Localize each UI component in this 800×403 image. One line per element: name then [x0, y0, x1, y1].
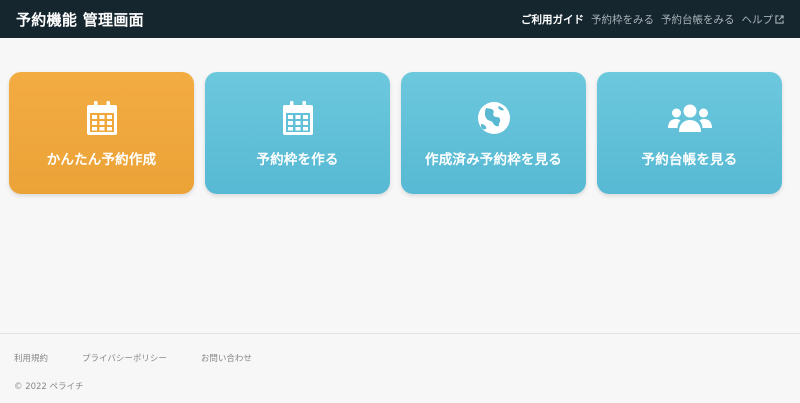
app-title: 予約機能 管理画面	[16, 10, 144, 29]
card-view-ledger[interactable]: 予約台帳を見る	[597, 72, 782, 194]
card-create-slot-label: 予約枠を作る	[256, 152, 339, 168]
nav-link-help-label: ヘルプ	[741, 13, 774, 26]
footer-links: 利用規約 プライバシーポリシー お問い合わせ	[14, 352, 252, 364]
card-view-ledger-label: 予約台帳を見る	[641, 152, 738, 168]
nav-link-view-ledger-label: 予約台帳をみる	[661, 13, 735, 26]
card-quick-reservation-label: かんたん予約作成	[46, 152, 157, 168]
card-view-created-slots-label: 作成済み予約枠を見る	[425, 152, 562, 168]
nav-link-view-slots-label: 予約枠をみる	[591, 13, 654, 26]
action-cards: かんたん予約作成 予約枠を作る 作成済み予約枠を見る 予約台帳を見る	[9, 72, 782, 194]
globe-icon	[477, 100, 511, 136]
card-create-slot[interactable]: 予約枠を作る	[205, 72, 390, 194]
header-nav: ご利用ガイド 予約枠をみる 予約台帳をみる ヘルプ	[521, 12, 784, 27]
copyright-text: © 2022 ペライチ	[14, 382, 84, 392]
calendar-icon	[86, 100, 117, 136]
nav-link-help[interactable]: ヘルプ	[742, 12, 785, 27]
external-link-icon	[775, 14, 784, 24]
nav-link-guide[interactable]: ご利用ガイド	[521, 12, 584, 27]
footer-link-terms[interactable]: 利用規約	[14, 352, 48, 364]
nav-link-view-slots[interactable]: 予約枠をみる	[591, 12, 654, 27]
footer: 利用規約 プライバシーポリシー お問い合わせ © 2022 ペライチ	[0, 333, 800, 403]
nav-link-guide-label: ご利用ガイド	[521, 13, 584, 26]
calendar-icon	[282, 100, 313, 136]
top-header: 予約機能 管理画面 ご利用ガイド 予約枠をみる 予約台帳をみる ヘルプ	[0, 0, 800, 38]
nav-link-view-ledger[interactable]: 予約台帳をみる	[661, 12, 735, 27]
card-view-created-slots[interactable]: 作成済み予約枠を見る	[401, 72, 586, 194]
main-content: かんたん予約作成 予約枠を作る 作成済み予約枠を見る 予約台帳を見る	[0, 38, 800, 333]
card-quick-reservation[interactable]: かんたん予約作成	[9, 72, 194, 194]
footer-link-contact[interactable]: お問い合わせ	[201, 352, 252, 364]
users-icon	[667, 100, 712, 136]
footer-link-privacy[interactable]: プライバシーポリシー	[82, 352, 167, 364]
